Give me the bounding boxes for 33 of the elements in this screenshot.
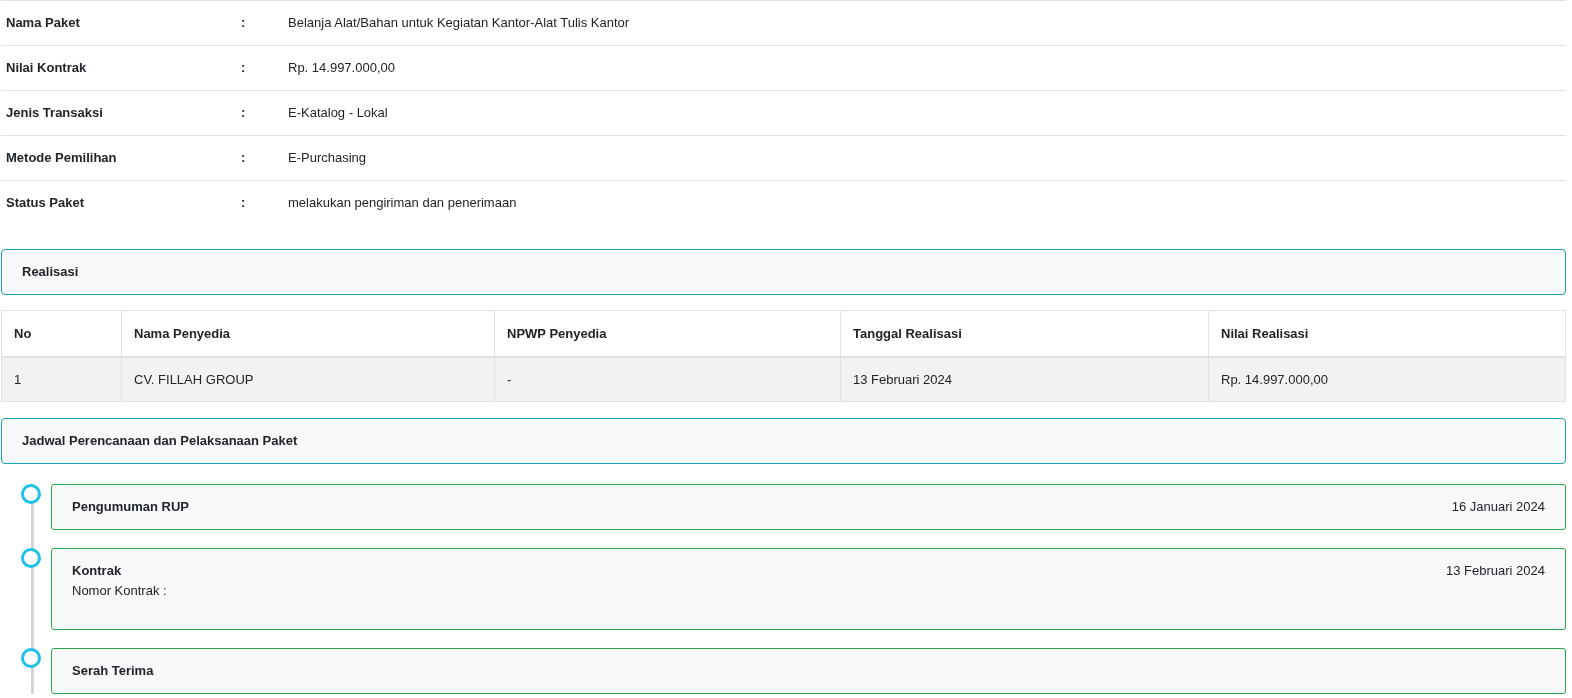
field-label: Jenis Transaksi <box>5 104 104 123</box>
column-header: No <box>1 310 122 357</box>
table-cell: 1 <box>1 356 122 402</box>
timeline-title: Kontrak <box>72 562 122 580</box>
field-value: melakukan pengiriman dan penerimaan <box>288 194 517 213</box>
field-value: E-Katalog - Lokal <box>288 104 388 123</box>
column-header: Nama Penyedia <box>121 310 495 357</box>
timeline-title: Serah Terima <box>72 662 154 680</box>
separator: : <box>241 59 247 78</box>
table-cell: Rp. 14.997.000,00 <box>1208 356 1566 402</box>
field-value: Rp. 14.997.000,00 <box>288 59 395 78</box>
timeline-date: 13 Februari 2024 <box>1446 562 1545 580</box>
table-cell: 13 Februari 2024 <box>840 356 1209 402</box>
field-label: Metode Pemilihan <box>5 149 118 168</box>
section-header: Jadwal Perencanaan dan Pelaksanaan Paket <box>1 418 1566 464</box>
field-label: Status Paket <box>5 194 86 213</box>
table-cell: - <box>494 356 841 402</box>
separator: : <box>241 104 247 123</box>
field-label: Nilai Kontrak <box>5 59 88 78</box>
column-header: Nilai Realisasi <box>1208 310 1566 357</box>
field-value: E-Purchasing <box>288 149 367 168</box>
field-value: Belanja Alat/Bahan untuk Kegiatan Kantor-Alat Tulis Kantor <box>288 14 630 33</box>
separator: : <box>241 14 247 33</box>
timeline-detail: Nomor Kontrak : <box>72 581 168 600</box>
separator: : <box>241 149 247 168</box>
timeline-date: 16 Januari 2024 <box>1451 498 1545 516</box>
section-header: Realisasi <box>1 249 1566 295</box>
column-header: Tanggal Realisasi <box>840 310 1209 357</box>
timeline-title: Pengumuman RUP <box>72 498 189 516</box>
column-header: NPWP Penyedia <box>494 310 841 357</box>
table-cell: CV. FILLAH GROUP <box>121 356 495 402</box>
separator: : <box>241 194 247 213</box>
field-label: Nama Paket <box>5 14 81 33</box>
